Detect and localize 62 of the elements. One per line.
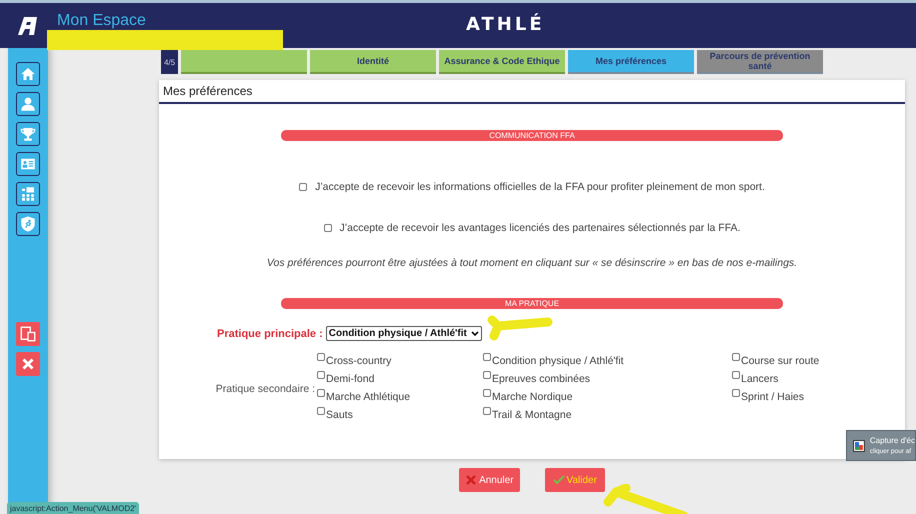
trophy-icon <box>19 125 37 143</box>
devices-icon <box>19 325 37 343</box>
checkbox[interactable] <box>732 353 740 361</box>
checkbox[interactable] <box>317 407 325 415</box>
option-label: Trail & Montagne <box>492 409 572 421</box>
option-label: Condition physique / Athlé'fit <box>492 355 624 367</box>
checkbox[interactable] <box>317 389 325 397</box>
screenshot-icon <box>853 440 865 452</box>
step-tab[interactable]: Parcours de prévention santé <box>697 50 823 74</box>
checkbox[interactable] <box>324 224 332 232</box>
checkbox[interactable] <box>299 183 308 191</box>
trophy-button[interactable] <box>16 122 40 146</box>
practice-dropdown[interactable]: Condition physique / Athlé'fit <box>326 326 482 341</box>
cancel-button[interactable]: Annuler <box>459 468 520 492</box>
home-button[interactable] <box>16 62 40 86</box>
brand-logo: ATHLÉ <box>466 14 545 35</box>
field-label: Pratique principale : <box>217 328 323 340</box>
team-board-button[interactable] <box>16 182 40 206</box>
caret-icon <box>470 330 479 336</box>
consent-label: J’accepte de recevoir les informations officielles de la FFA pour profiter pleinement de mon sport. <box>315 181 765 193</box>
submit-button[interactable]: Valider <box>544 468 605 492</box>
step-tab[interactable]: Mes préférences <box>568 50 694 74</box>
id-card-button[interactable] <box>16 152 40 176</box>
checkbox[interactable] <box>317 353 325 361</box>
page-title: Mon Espace <box>57 12 146 30</box>
close-button[interactable] <box>16 352 40 376</box>
option-label: Lancers <box>741 373 778 385</box>
x-icon <box>465 474 478 486</box>
user-button[interactable] <box>16 92 40 116</box>
logo-icon <box>18 16 38 34</box>
checkbox[interactable] <box>732 371 740 379</box>
option-label: Course sur route <box>741 355 820 367</box>
panel-title: Mes préférences <box>159 80 905 104</box>
notification-title: Capture d'éc <box>870 436 915 445</box>
option-label: Cross-country <box>326 355 392 367</box>
option-label: Sprint / Haies <box>741 391 804 403</box>
option-label: Marche Athlétique <box>326 391 410 403</box>
shield-runner-icon <box>19 215 37 233</box>
step-tab[interactable]: Assurance & Code Ethique <box>439 50 565 74</box>
user-icon <box>19 95 37 113</box>
checkbox[interactable] <box>317 371 325 379</box>
option-label: Sauts <box>326 409 353 421</box>
team-board-icon <box>19 185 37 203</box>
section-banner: MA PRATIQUE <box>281 298 783 309</box>
shield-runner-button[interactable] <box>16 212 40 236</box>
check-icon <box>552 474 565 486</box>
checkbox[interactable] <box>483 407 491 415</box>
option-label: Demi-fond <box>326 373 374 385</box>
info-note: Vos préférences pourront être ajustées à tout moment en cliquant sur « se désinscrire » en bas de nos e-mailings. <box>266 257 798 269</box>
home-icon <box>19 65 37 83</box>
checkbox[interactable] <box>483 389 491 397</box>
option-label: Marche Nordique <box>492 391 573 403</box>
checkbox[interactable] <box>483 371 491 379</box>
checkbox[interactable] <box>483 353 491 361</box>
option-label: Epreuves combinées <box>492 373 590 385</box>
checkbox[interactable] <box>732 389 740 397</box>
consent-label: J’accepte de recevoir les avantages licenciés des partenaires sélectionnés par la FFA. <box>340 222 740 234</box>
field-label: Pratique secondaire : <box>214 383 315 395</box>
devices-button[interactable] <box>16 322 40 346</box>
section-banner: COMMUNICATION FFA <box>281 130 783 141</box>
step-tab[interactable]: Identité <box>310 50 436 74</box>
step-counter: 4/5 <box>161 50 178 74</box>
